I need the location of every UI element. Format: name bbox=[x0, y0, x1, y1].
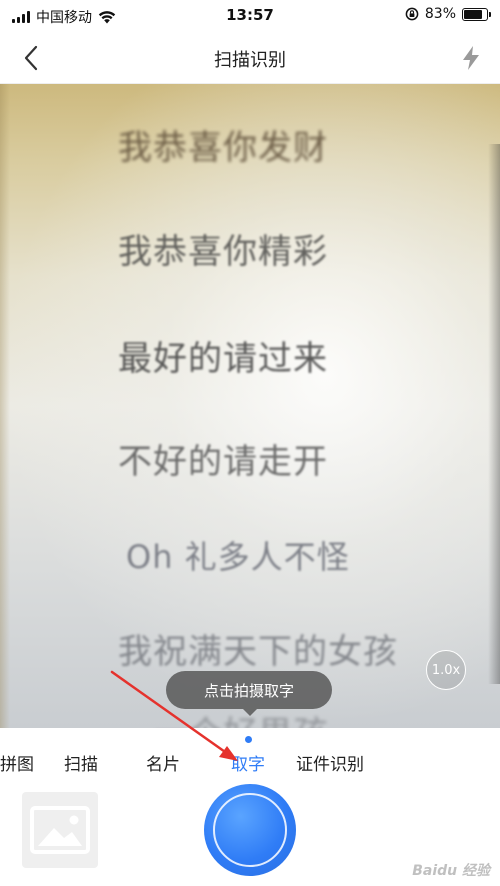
document-text-line: 不好的请走开 bbox=[118, 442, 328, 482]
document-text-line: 我恭喜你发财 bbox=[118, 128, 328, 168]
rotation-lock-icon bbox=[405, 7, 419, 21]
document-text-line: Oh 礼多人不怪 bbox=[126, 538, 350, 576]
page-title: 扫描识别 bbox=[214, 50, 286, 71]
image-icon bbox=[30, 806, 90, 854]
bottom-controls: Baidu 经验 bbox=[0, 784, 500, 886]
battery-icon bbox=[462, 7, 491, 21]
document-text-line: ...一个好男孩 bbox=[118, 706, 328, 728]
active-mode-indicator bbox=[245, 736, 252, 743]
mode-tab-scan[interactable]: 扫描 bbox=[64, 750, 98, 775]
battery-fill bbox=[464, 9, 483, 19]
preview-shadow-right bbox=[488, 144, 500, 684]
shutter-button[interactable] bbox=[204, 784, 296, 876]
camera-preview[interactable]: 我恭喜你发财 我恭喜你精彩 最好的请过来 不好的请走开 Oh 礼多人不怪 我祝满… bbox=[0, 84, 500, 728]
mode-tab-extract-text[interactable]: 取字 bbox=[231, 750, 265, 775]
battery-percent: 83% bbox=[424, 6, 456, 22]
status-right: 83% bbox=[405, 6, 491, 22]
flash-icon[interactable] bbox=[460, 44, 482, 72]
status-bar: 中国移动 13:57 83% bbox=[0, 0, 500, 32]
shutter-inner-ring bbox=[213, 793, 287, 867]
mode-tab-business-card[interactable]: 名片 bbox=[146, 750, 180, 775]
document-text-line: 我祝满天下的女孩 bbox=[118, 632, 398, 672]
mode-tab-collage[interactable]: 拼图 bbox=[0, 750, 34, 775]
document-text-line: 最好的请过来 bbox=[118, 339, 328, 379]
mode-tab-id-recognition[interactable]: 证件识别 bbox=[296, 750, 364, 775]
document-text-line: 我恭喜你精彩 bbox=[118, 232, 328, 272]
mode-tab-bar: 拼图 扫描 名片 取字 证件识别 bbox=[0, 728, 500, 786]
nav-bar: 扫描识别 bbox=[0, 32, 500, 84]
gallery-button[interactable] bbox=[22, 792, 98, 868]
watermark: Baidu 经验 bbox=[412, 863, 490, 879]
zoom-button[interactable]: 1.0x bbox=[426, 650, 466, 690]
preview-shadow-left bbox=[0, 84, 10, 728]
capture-hint-tooltip: 点击拍摄取字 bbox=[166, 671, 332, 716]
